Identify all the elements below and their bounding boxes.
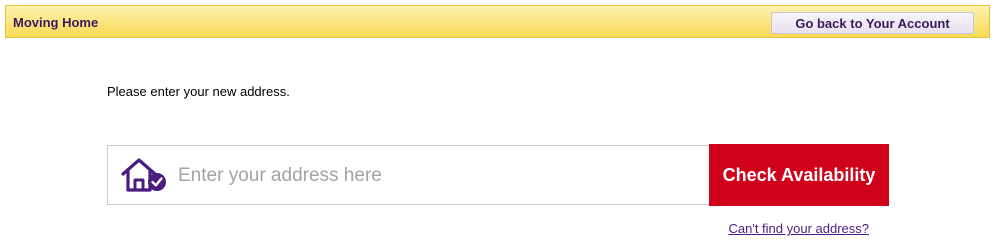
cant-find-address-link[interactable]: Can't find your address? <box>728 221 869 236</box>
header-bar: Moving Home Go back to Your Account <box>5 5 990 38</box>
page-title: Moving Home <box>13 15 99 30</box>
address-input[interactable] <box>178 156 698 196</box>
house-check-icon <box>120 157 170 193</box>
address-search-box <box>107 145 710 205</box>
check-availability-button[interactable]: Check Availability <box>709 144 889 206</box>
back-to-account-button[interactable]: Go back to Your Account <box>771 12 974 34</box>
moving-home-page: Moving Home Go back to Your Account Plea… <box>0 0 997 247</box>
address-prompt: Please enter your new address. <box>107 84 290 99</box>
